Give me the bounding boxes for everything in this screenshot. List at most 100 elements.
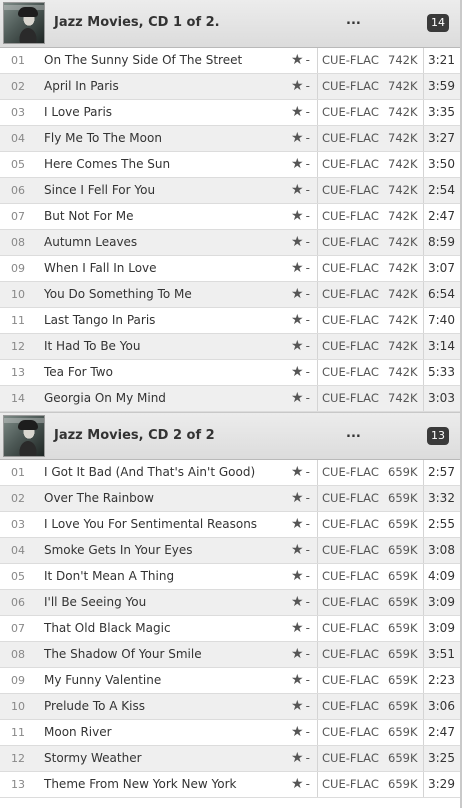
track-title: But Not For Me bbox=[44, 209, 134, 223]
track-duration: 6:54 bbox=[428, 287, 455, 301]
track-rating[interactable]: ★ - bbox=[291, 616, 310, 641]
track-row[interactable]: 09 My Funny Valentine ★ - CUE-FLAC 659K 2… bbox=[0, 668, 462, 694]
track-format: CUE-FLAC bbox=[322, 365, 379, 379]
star-icon[interactable]: ★ bbox=[291, 338, 304, 354]
star-icon[interactable]: ★ bbox=[291, 390, 304, 406]
track-rating[interactable]: ★ - bbox=[291, 386, 310, 411]
track-rating[interactable]: ★ - bbox=[291, 694, 310, 719]
track-row[interactable]: 13 Theme From New York New York ★ - CUE-F… bbox=[0, 772, 462, 798]
track-format: CUE-FLAC bbox=[322, 131, 379, 145]
star-icon[interactable]: ★ bbox=[291, 750, 304, 766]
track-row[interactable]: 03 I Love You For Sentimental Reasons ★ -… bbox=[0, 512, 462, 538]
album-cover-image[interactable] bbox=[3, 415, 45, 457]
star-icon[interactable]: ★ bbox=[291, 130, 304, 146]
track-row[interactable]: 14 Georgia On My Mind ★ - CUE-FLAC 742K 3… bbox=[0, 386, 462, 412]
track-row[interactable]: 10 Prelude To A Kiss ★ - CUE-FLAC 659K 3:… bbox=[0, 694, 462, 720]
star-icon[interactable]: ★ bbox=[291, 234, 304, 250]
rating-value: - bbox=[305, 313, 310, 327]
star-icon[interactable]: ★ bbox=[291, 312, 304, 328]
star-icon[interactable]: ★ bbox=[291, 568, 304, 584]
track-row[interactable]: 04 Smoke Gets In Your Eyes ★ - CUE-FLAC 6… bbox=[0, 538, 462, 564]
star-icon[interactable]: ★ bbox=[291, 208, 304, 224]
star-icon[interactable]: ★ bbox=[291, 78, 304, 94]
star-icon[interactable]: ★ bbox=[291, 260, 304, 276]
track-rating[interactable]: ★ - bbox=[291, 256, 310, 281]
star-icon[interactable]: ★ bbox=[291, 52, 304, 68]
track-row[interactable]: 01 I Got It Bad (And That's Ain't Good) … bbox=[0, 460, 462, 486]
track-number: 01 bbox=[11, 54, 25, 67]
track-row[interactable]: 02 Over The Rainbow ★ - CUE-FLAC 659K 3:3… bbox=[0, 486, 462, 512]
track-rating[interactable]: ★ - bbox=[291, 746, 310, 771]
track-row[interactable]: 10 You Do Something To Me ★ - CUE-FLAC 74… bbox=[0, 282, 462, 308]
track-row[interactable]: 13 Tea For Two ★ - CUE-FLAC 742K 5:33 bbox=[0, 360, 462, 386]
rating-value: - bbox=[305, 491, 310, 505]
album-more-button[interactable]: ... bbox=[346, 426, 361, 441]
track-rating[interactable]: ★ - bbox=[291, 334, 310, 359]
track-rating[interactable]: ★ - bbox=[291, 152, 310, 177]
track-rating[interactable]: ★ - bbox=[291, 564, 310, 589]
track-rating[interactable]: ★ - bbox=[291, 590, 310, 615]
track-row[interactable]: 09 When I Fall In Love ★ - CUE-FLAC 742K … bbox=[0, 256, 462, 282]
star-icon[interactable]: ★ bbox=[291, 698, 304, 714]
track-row[interactable]: 06 Since I Fell For You ★ - CUE-FLAC 742K… bbox=[0, 178, 462, 204]
track-title: Georgia On My Mind bbox=[44, 391, 166, 405]
track-rating[interactable]: ★ - bbox=[291, 74, 310, 99]
star-icon[interactable]: ★ bbox=[291, 542, 304, 558]
rating-value: - bbox=[305, 777, 310, 791]
star-icon[interactable]: ★ bbox=[291, 620, 304, 636]
star-icon[interactable]: ★ bbox=[291, 594, 304, 610]
star-icon[interactable]: ★ bbox=[291, 104, 304, 120]
star-icon[interactable]: ★ bbox=[291, 776, 304, 792]
column-divider bbox=[423, 590, 424, 615]
album-cover-image[interactable] bbox=[3, 2, 45, 44]
star-icon[interactable]: ★ bbox=[291, 182, 304, 198]
star-icon[interactable]: ★ bbox=[291, 724, 304, 740]
track-rating[interactable]: ★ - bbox=[291, 308, 310, 333]
track-duration: 3:07 bbox=[428, 261, 455, 275]
star-icon[interactable]: ★ bbox=[291, 672, 304, 688]
track-rating[interactable]: ★ - bbox=[291, 230, 310, 255]
track-rating[interactable]: ★ - bbox=[291, 772, 310, 797]
track-rating[interactable]: ★ - bbox=[291, 538, 310, 563]
track-rating[interactable]: ★ - bbox=[291, 282, 310, 307]
track-rating[interactable]: ★ - bbox=[291, 178, 310, 203]
track-rating[interactable]: ★ - bbox=[291, 360, 310, 385]
track-row[interactable]: 11 Last Tango In Paris ★ - CUE-FLAC 742K … bbox=[0, 308, 462, 334]
track-row[interactable]: 06 I'll Be Seeing You ★ - CUE-FLAC 659K 3… bbox=[0, 590, 462, 616]
track-row[interactable]: 07 But Not For Me ★ - CUE-FLAC 742K 2:47 bbox=[0, 204, 462, 230]
track-rating[interactable]: ★ - bbox=[291, 204, 310, 229]
track-row[interactable]: 11 Moon River ★ - CUE-FLAC 659K 2:47 bbox=[0, 720, 462, 746]
track-row[interactable]: 03 I Love Paris ★ - CUE-FLAC 742K 3:35 bbox=[0, 100, 462, 126]
track-format: CUE-FLAC bbox=[322, 647, 379, 661]
track-rating[interactable]: ★ - bbox=[291, 668, 310, 693]
track-row[interactable]: 07 That Old Black Magic ★ - CUE-FLAC 659K… bbox=[0, 616, 462, 642]
track-rating[interactable]: ★ - bbox=[291, 48, 310, 73]
track-row[interactable]: 05 Here Comes The Sun ★ - CUE-FLAC 742K 3… bbox=[0, 152, 462, 178]
album-header[interactable]: Jazz Movies, CD 1 of 2. ... 14 bbox=[0, 0, 462, 48]
track-rating[interactable]: ★ - bbox=[291, 100, 310, 125]
album-header[interactable]: Jazz Movies, CD 2 of 2 ... 13 bbox=[0, 412, 462, 460]
track-row[interactable]: 12 It Had To Be You ★ - CUE-FLAC 742K 3:1… bbox=[0, 334, 462, 360]
star-icon[interactable]: ★ bbox=[291, 364, 304, 380]
album-more-button[interactable]: ... bbox=[346, 13, 361, 28]
track-rating[interactable]: ★ - bbox=[291, 512, 310, 537]
star-icon[interactable]: ★ bbox=[291, 490, 304, 506]
track-row[interactable]: 02 April In Paris ★ - CUE-FLAC 742K 3:59 bbox=[0, 74, 462, 100]
rating-value: - bbox=[305, 209, 310, 223]
track-row[interactable]: 04 Fly Me To The Moon ★ - CUE-FLAC 742K 3… bbox=[0, 126, 462, 152]
track-row[interactable]: 08 The Shadow Of Your Smile ★ - CUE-FLAC … bbox=[0, 642, 462, 668]
track-row[interactable]: 01 On The Sunny Side Of The Street ★ - CU… bbox=[0, 48, 462, 74]
star-icon[interactable]: ★ bbox=[291, 646, 304, 662]
track-rating[interactable]: ★ - bbox=[291, 460, 310, 485]
star-icon[interactable]: ★ bbox=[291, 464, 304, 480]
star-icon[interactable]: ★ bbox=[291, 516, 304, 532]
track-row[interactable]: 12 Stormy Weather ★ - CUE-FLAC 659K 3:25 bbox=[0, 746, 462, 772]
star-icon[interactable]: ★ bbox=[291, 156, 304, 172]
track-rating[interactable]: ★ - bbox=[291, 126, 310, 151]
track-row[interactable]: 08 Autumn Leaves ★ - CUE-FLAC 742K 8:59 bbox=[0, 230, 462, 256]
star-icon[interactable]: ★ bbox=[291, 286, 304, 302]
track-rating[interactable]: ★ - bbox=[291, 720, 310, 745]
track-rating[interactable]: ★ - bbox=[291, 642, 310, 667]
track-rating[interactable]: ★ - bbox=[291, 486, 310, 511]
track-row[interactable]: 05 It Don't Mean A Thing ★ - CUE-FLAC 659… bbox=[0, 564, 462, 590]
